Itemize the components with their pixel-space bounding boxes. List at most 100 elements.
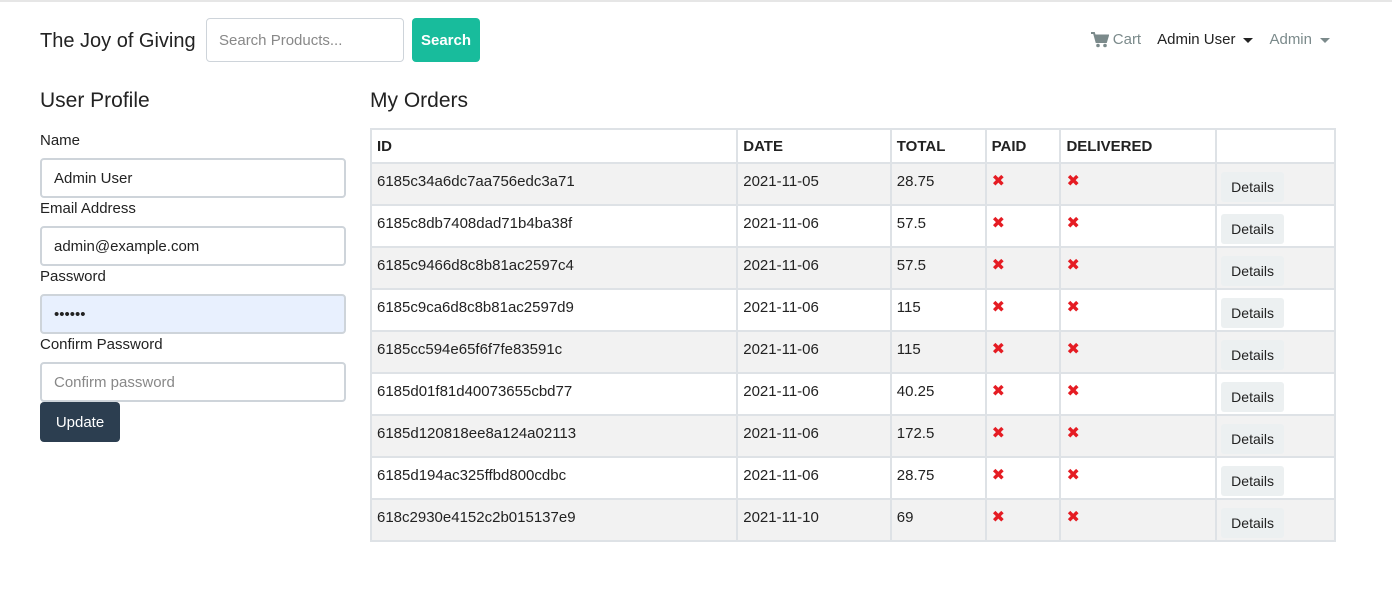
order-actions: Details — [1215, 330, 1336, 374]
order-paid: ✖ — [984, 456, 1062, 500]
order-total: 57.5 — [889, 246, 987, 290]
x-icon: ✖ — [991, 425, 1005, 442]
order-delivered: ✖ — [1059, 288, 1218, 332]
confirm-password-field[interactable] — [40, 362, 346, 402]
x-icon: ✖ — [1066, 257, 1080, 274]
table-header-row: ID DATE TOTAL PAID DELIVERED — [369, 128, 1336, 164]
user-menu-label: Admin User — [1157, 31, 1236, 48]
table-row: 6185d01f81d40073655cbd77 2021-11-06 40.25 ✖… — [369, 372, 1336, 416]
details-button[interactable]: Details — [1221, 424, 1284, 454]
x-icon: ✖ — [1066, 215, 1080, 232]
x-icon: ✖ — [991, 257, 1005, 274]
order-delivered: ✖ — [1059, 162, 1218, 206]
search-input[interactable] — [206, 18, 404, 62]
details-button[interactable]: Details — [1221, 298, 1284, 328]
table-row: 6185c9ca6d8c8b81ac2597d9 2021-11-06 115 ✖ ✖ D… — [369, 288, 1336, 332]
details-button[interactable]: Details — [1221, 214, 1284, 244]
order-total: 115 — [889, 288, 987, 332]
order-actions: Details — [1215, 246, 1336, 290]
order-total: 69 — [889, 498, 987, 542]
nav-right: Cart Admin User Admin — [1090, 30, 1330, 50]
column-header-delivered: DELIVERED — [1059, 128, 1218, 164]
x-icon: ✖ — [991, 299, 1005, 316]
order-actions: Details — [1215, 288, 1336, 332]
details-button[interactable]: Details — [1221, 172, 1284, 202]
order-id: 6185c34a6dc7aa756edc3a71 — [369, 162, 739, 206]
order-id: 618c2930e4152c2b015137e9 — [369, 498, 739, 542]
email-field[interactable] — [40, 226, 346, 266]
email-label: Email Address — [40, 200, 136, 217]
user-menu-dropdown[interactable]: Admin User — [1157, 30, 1254, 50]
order-id: 6185c9ca6d8c8b81ac2597d9 — [369, 288, 739, 332]
search-button[interactable]: Search — [412, 18, 480, 62]
column-header-date: DATE — [736, 128, 892, 164]
details-button[interactable]: Details — [1221, 466, 1284, 496]
order-total: 40.25 — [889, 372, 987, 416]
order-date: 2021-11-06 — [736, 414, 892, 458]
chevron-down-icon — [1320, 38, 1330, 43]
order-id: 6185cc594e65f6f7fe83591c — [369, 330, 739, 374]
x-icon: ✖ — [991, 173, 1005, 190]
order-total: 57.5 — [889, 204, 987, 248]
x-icon: ✖ — [1066, 383, 1080, 400]
x-icon: ✖ — [1066, 467, 1080, 484]
x-icon: ✖ — [1066, 173, 1080, 190]
top-border — [0, 0, 1392, 2]
order-delivered: ✖ — [1059, 246, 1218, 290]
order-delivered: ✖ — [1059, 372, 1218, 416]
x-icon: ✖ — [991, 509, 1005, 526]
order-id: 6185c9466d8c8b81ac2597c4 — [369, 246, 739, 290]
order-delivered: ✖ — [1059, 204, 1218, 248]
x-icon: ✖ — [991, 383, 1005, 400]
chevron-down-icon — [1243, 38, 1254, 43]
details-button[interactable]: Details — [1221, 382, 1284, 412]
details-button[interactable]: Details — [1221, 508, 1284, 538]
orders-section: My Orders ID DATE TOTAL PAID DELIVERED 6… — [369, 88, 1336, 542]
column-header-actions — [1215, 128, 1336, 164]
order-date: 2021-11-06 — [736, 372, 892, 416]
order-date: 2021-11-06 — [736, 330, 892, 374]
order-date: 2021-11-06 — [736, 288, 892, 332]
profile-title: User Profile — [40, 89, 150, 112]
order-paid: ✖ — [984, 204, 1062, 248]
orders-title: My Orders — [370, 89, 469, 112]
order-paid: ✖ — [984, 246, 1062, 290]
order-total: 28.75 — [889, 456, 987, 500]
order-delivered: ✖ — [1059, 330, 1218, 374]
column-header-id: ID — [369, 128, 739, 164]
table-row: 6185cc594e65f6f7fe83591c 2021-11-06 115 ✖ ✖ D… — [369, 330, 1336, 374]
x-icon: ✖ — [991, 467, 1005, 484]
order-id: 6185d194ac325ffbd800cdbc — [369, 456, 739, 500]
name-field[interactable] — [40, 158, 346, 198]
order-paid: ✖ — [984, 498, 1062, 542]
table-row: 6185c8db7408dad71b4ba38f 2021-11-06 57.5 ✖ ✖… — [369, 204, 1336, 248]
order-total: 28.75 — [889, 162, 987, 206]
details-button[interactable]: Details — [1221, 256, 1284, 286]
x-icon: ✖ — [1066, 341, 1080, 358]
x-icon: ✖ — [991, 341, 1005, 358]
table-row: 6185c9466d8c8b81ac2597c4 2021-11-06 57.5 ✖ ✖… — [369, 246, 1336, 290]
order-delivered: ✖ — [1059, 414, 1218, 458]
password-field[interactable] — [40, 294, 346, 334]
cart-link[interactable]: Cart — [1090, 30, 1141, 50]
x-icon: ✖ — [1066, 425, 1080, 442]
admin-menu-dropdown[interactable]: Admin — [1269, 30, 1330, 50]
order-paid: ✖ — [984, 414, 1062, 458]
order-actions: Details — [1215, 498, 1336, 542]
user-profile-form: User Profile Name Email Address Password… — [40, 88, 346, 442]
table-row: 618c2930e4152c2b015137e9 2021-11-10 69 ✖ ✖ De… — [369, 498, 1336, 542]
x-icon: ✖ — [1066, 299, 1080, 316]
details-button[interactable]: Details — [1221, 340, 1284, 370]
order-id: 6185d01f81d40073655cbd77 — [369, 372, 739, 416]
order-actions: Details — [1215, 414, 1336, 458]
order-delivered: ✖ — [1059, 456, 1218, 500]
order-date: 2021-11-06 — [736, 204, 892, 248]
x-icon: ✖ — [1066, 509, 1080, 526]
brand-logo[interactable]: The Joy of Giving — [40, 28, 196, 54]
order-actions: Details — [1215, 456, 1336, 500]
update-button[interactable]: Update — [40, 402, 120, 442]
shopping-cart-icon — [1090, 32, 1109, 48]
table-row: 6185c34a6dc7aa756edc3a71 2021-11-05 28.75 ✖… — [369, 162, 1336, 206]
order-actions: Details — [1215, 162, 1336, 206]
order-actions: Details — [1215, 372, 1336, 416]
